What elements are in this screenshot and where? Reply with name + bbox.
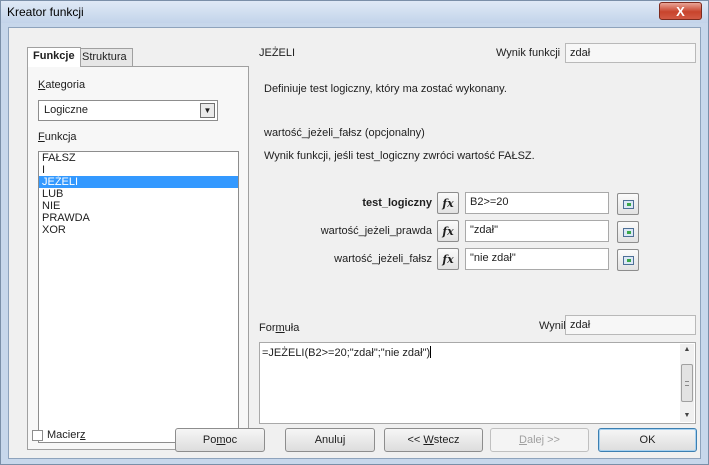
function-name: JEŻELI [259, 47, 296, 59]
cancel-button[interactable]: Anuluj [285, 428, 375, 452]
shrink-icon[interactable] [617, 249, 639, 271]
tab-functions[interactable]: Funkcje [27, 47, 81, 67]
shrink-icon[interactable] [617, 221, 639, 243]
argument-label: wartość_jeżeli_fałsz [334, 253, 432, 265]
function-description: Definiuje test logiczny, który ma zostać… [264, 83, 507, 95]
formula-result-field: zdał [565, 315, 696, 335]
chevron-down-icon[interactable]: ▼ [200, 103, 215, 118]
fx-icon[interactable]: fx [437, 220, 459, 242]
fx-icon[interactable]: fx [437, 192, 459, 214]
list-item[interactable]: XOR [39, 224, 238, 236]
fx-icon[interactable]: fx [437, 248, 459, 270]
shrink-icon[interactable] [617, 193, 639, 215]
close-button[interactable]: X [659, 2, 702, 20]
argument-value: "nie zdał" [470, 252, 516, 264]
argument-value: "zdał" [470, 224, 498, 236]
dialog-client: Funkcje Struktura Kategoria Logiczne ▼ F… [8, 27, 701, 459]
argument-input[interactable]: B2>=20 [465, 192, 609, 214]
function-result-field: zdał [565, 43, 696, 63]
back-button[interactable]: << Wstecz [384, 428, 483, 452]
parameter-description: Wynik funkcji, jeśli test_logiczny zwróc… [264, 150, 535, 162]
argument-label: wartość_jeżeli_prawda [320, 225, 432, 237]
ok-button-label: OK [639, 434, 656, 446]
category-value: Logiczne [44, 104, 89, 116]
close-icon: X [676, 3, 685, 19]
scroll-thumb[interactable] [681, 364, 693, 402]
list-item[interactable]: I [39, 164, 238, 176]
function-result-label: Wynik funkcji [496, 47, 561, 59]
formula-text: =JEŻELI(B2>=20;"zdał";"nie zdał") [262, 346, 432, 359]
argument-input[interactable]: "zdał" [465, 220, 609, 242]
formula-scrollbar[interactable]: ▲ ▼ [680, 344, 694, 422]
argument-value: B2>=20 [470, 196, 509, 208]
formula-editor[interactable]: =JEŻELI(B2>=20;"zdał";"nie zdał") ▲ ▼ [259, 342, 696, 424]
list-item[interactable]: NIE [39, 200, 238, 212]
next-button-label: Dalej >> [519, 434, 560, 446]
window-title: Kreator funkcji [7, 5, 84, 19]
list-item[interactable]: PRAWDA [39, 212, 238, 224]
tab-structure-label: Struktura [82, 51, 127, 63]
argument-input[interactable]: "nie zdał" [465, 248, 609, 270]
function-result-value: zdał [570, 47, 591, 59]
cancel-button-label: Anuluj [314, 434, 346, 446]
function-label: Funkcja [38, 131, 77, 143]
category-label: Kategoria [38, 79, 86, 91]
array-label: Macierz [47, 429, 86, 441]
array-checkbox[interactable] [32, 430, 43, 441]
formula-result-value: zdał [570, 319, 591, 331]
scroll-down-icon[interactable]: ▼ [680, 410, 694, 422]
functions-panel: Kategoria Logiczne ▼ Funkcja FAŁSZ I JEŻ… [27, 66, 249, 450]
list-item[interactable]: LUB [39, 188, 238, 200]
help-button-label: Pomoc [202, 434, 238, 446]
list-item[interactable]: FAŁSZ [39, 152, 238, 164]
formula-label: Formuła [259, 322, 300, 334]
next-button[interactable]: Dalej >> [490, 428, 589, 452]
title-bar[interactable]: Kreator funkcji X [1, 1, 708, 23]
list-item-selected[interactable]: JEŻELI [39, 176, 238, 188]
ok-button[interactable]: OK [598, 428, 697, 452]
scroll-up-icon[interactable]: ▲ [680, 344, 694, 356]
category-select[interactable]: Logiczne ▼ [38, 100, 218, 121]
function-list[interactable]: FAŁSZ I JEŻELI LUB NIE PRAWDA XOR [38, 151, 239, 443]
argument-label: test_logiczny [362, 197, 432, 209]
function-wizard-window: Kreator funkcji X Funkcje Struktura Kate… [0, 0, 709, 465]
help-button[interactable]: Pomoc [175, 428, 265, 452]
back-button-label: << Wstecz [407, 434, 460, 446]
parameter-title: wartość_jeżeli_fałsz (opcjonalny) [264, 127, 425, 139]
tab-structure[interactable]: Struktura [76, 48, 133, 66]
tab-functions-label: Funkcje [33, 50, 75, 62]
